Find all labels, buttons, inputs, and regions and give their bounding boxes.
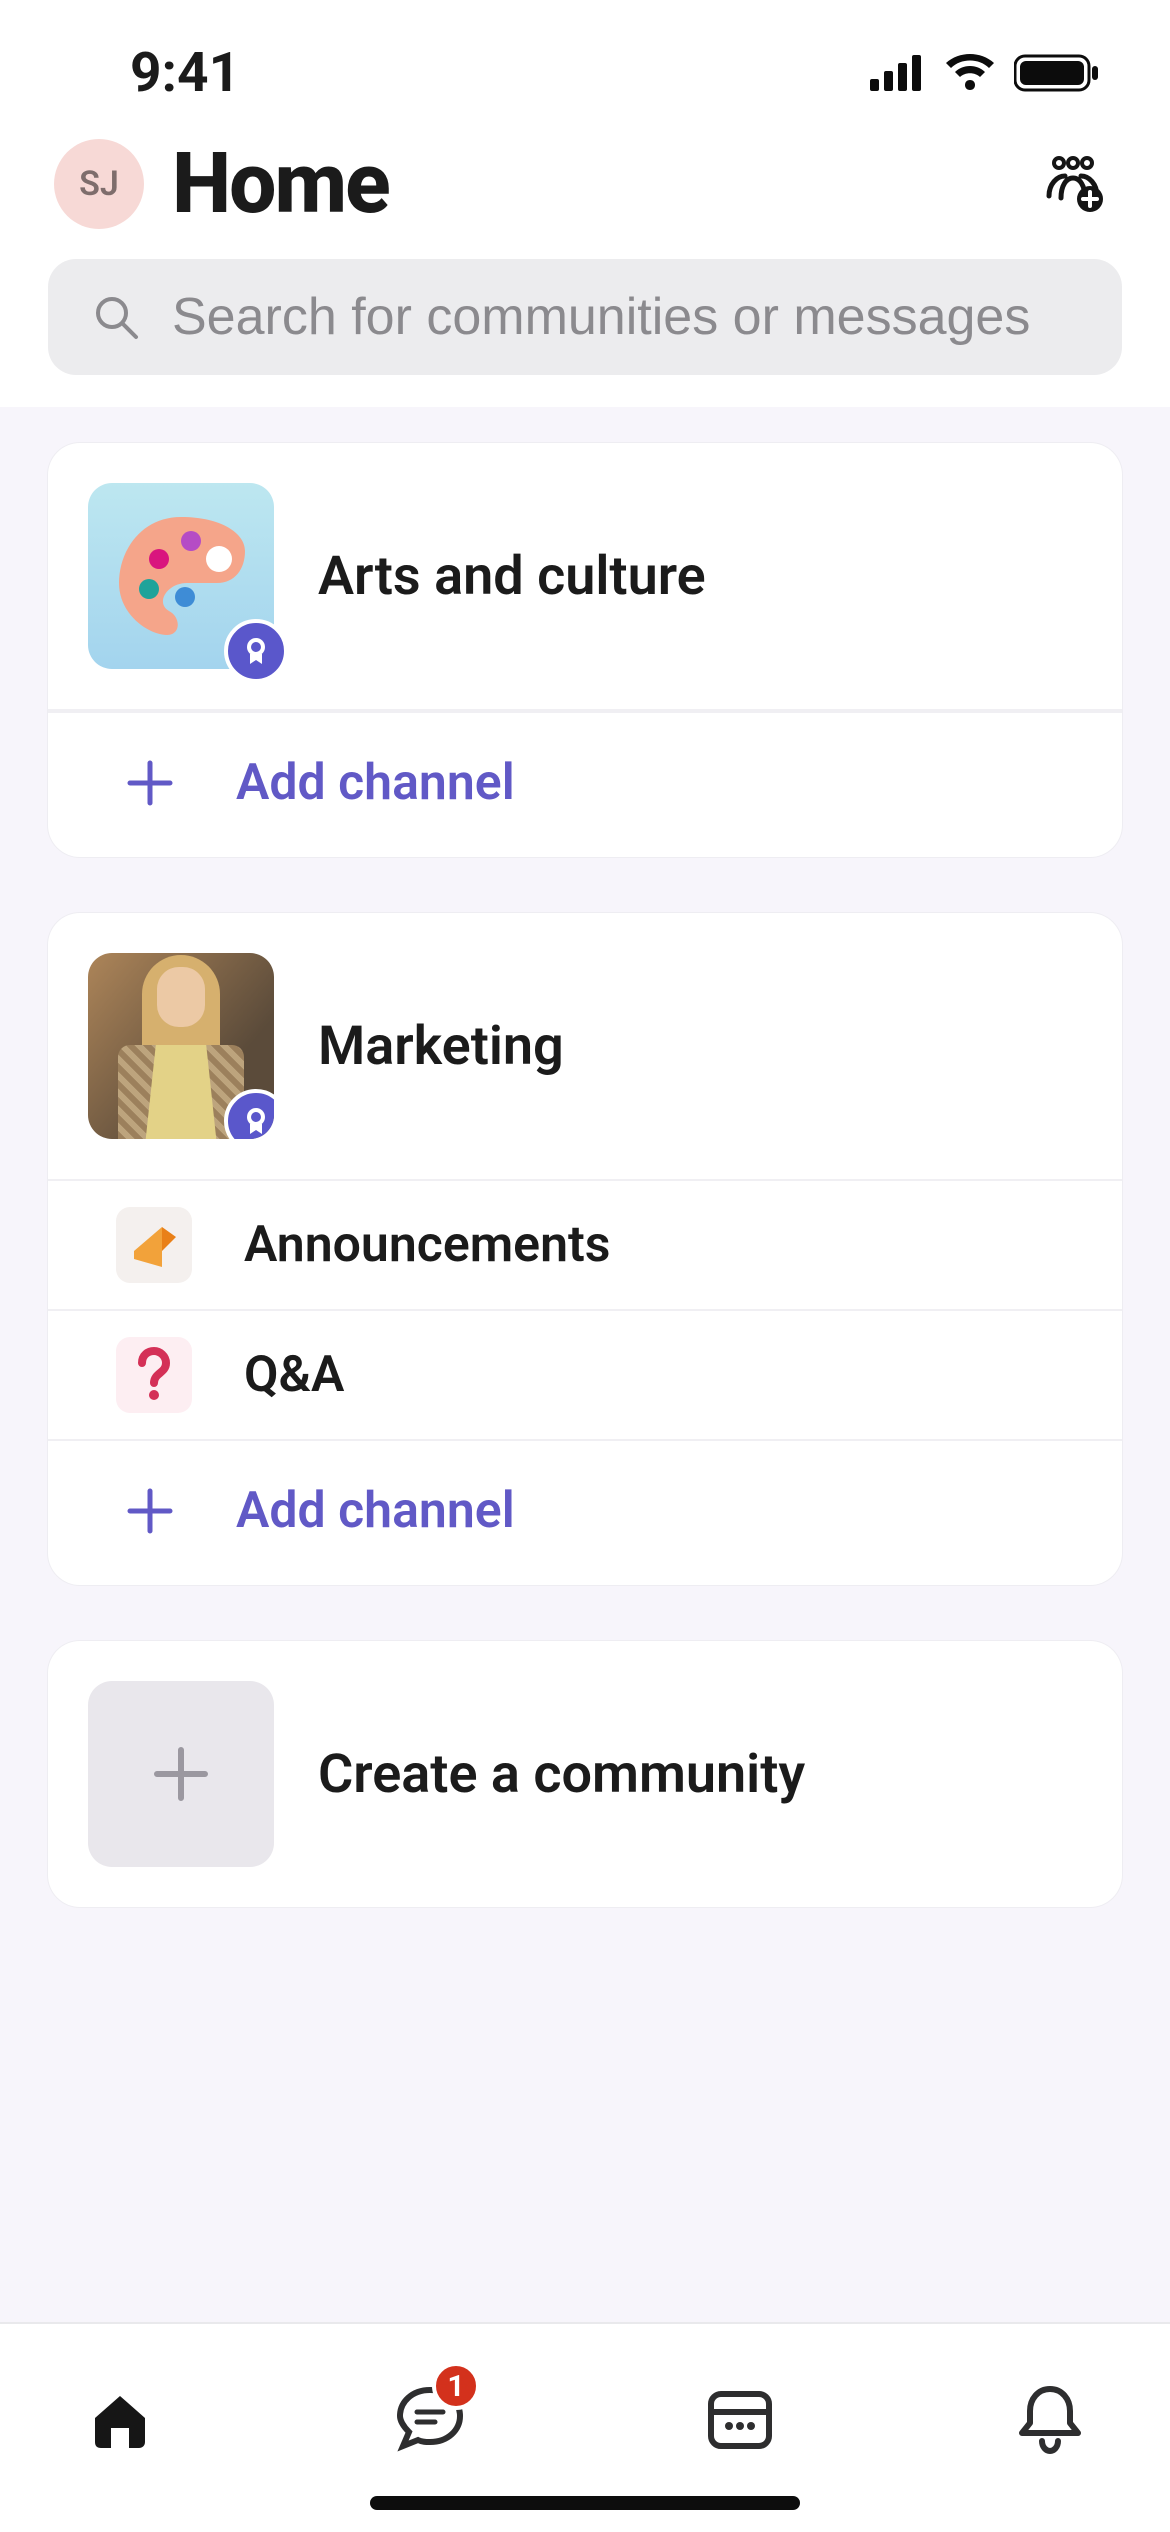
chat-badge: 1 — [432, 2362, 480, 2410]
create-community-label: Create a community — [318, 1743, 805, 1806]
search-input[interactable] — [172, 287, 1078, 347]
avatar-initials: SJ — [79, 164, 119, 204]
tab-activity[interactable] — [990, 2364, 1110, 2474]
people-add-icon — [1041, 152, 1105, 216]
channel-name: Q&A — [244, 1346, 344, 1404]
plus-icon — [147, 1740, 215, 1808]
create-community-card[interactable]: Create a community — [48, 1641, 1122, 1907]
community-name: Arts and culture — [318, 545, 706, 608]
avatar[interactable]: SJ — [54, 139, 144, 229]
community-card: Marketing Announcements Q&A — [48, 913, 1122, 1585]
add-channel-button[interactable]: Add channel — [48, 1439, 1122, 1585]
wifi-icon — [944, 54, 996, 92]
add-channel-label: Add channel — [236, 754, 515, 812]
add-channel-label: Add channel — [236, 1482, 515, 1540]
community-card: Arts and culture Add channel — [48, 443, 1122, 857]
channel-row[interactable]: Q&A — [48, 1309, 1122, 1439]
search-icon — [92, 293, 140, 341]
calendar-icon — [703, 2382, 777, 2456]
community-header[interactable]: Arts and culture — [48, 443, 1122, 711]
bell-icon — [1015, 2381, 1085, 2457]
status-bar: 9:41 — [0, 0, 1170, 110]
page-title: Home — [172, 134, 1002, 233]
new-community-button[interactable] — [1030, 141, 1116, 227]
palette-icon — [111, 511, 251, 641]
communities-list: Arts and culture Add channel — [0, 407, 1170, 2322]
community-name: Marketing — [318, 1015, 564, 1078]
question-icon — [116, 1337, 192, 1413]
status-icons — [870, 53, 1100, 93]
create-community-icon — [88, 1681, 274, 1867]
channel-name: Announcements — [244, 1216, 611, 1274]
community-badge-icon — [224, 619, 288, 683]
tab-home[interactable] — [60, 2364, 180, 2474]
home-indicator — [370, 2496, 800, 2510]
battery-icon — [1014, 53, 1100, 93]
home-icon — [85, 2384, 155, 2454]
plus-icon — [120, 1481, 180, 1541]
community-thumb — [88, 483, 274, 669]
community-header[interactable]: Marketing — [48, 913, 1122, 1181]
megaphone-icon — [116, 1207, 192, 1283]
add-channel-button[interactable]: Add channel — [48, 711, 1122, 857]
community-thumb — [88, 953, 274, 1139]
search-container — [0, 239, 1170, 407]
status-time: 9:41 — [130, 41, 240, 105]
header: SJ Home — [0, 110, 1170, 239]
tab-calendar[interactable] — [680, 2364, 800, 2474]
plus-icon — [120, 753, 180, 813]
tab-chat[interactable]: 1 — [370, 2364, 490, 2474]
cellular-icon — [870, 55, 926, 91]
channel-row[interactable]: Announcements — [48, 1181, 1122, 1309]
search-field[interactable] — [48, 259, 1122, 375]
